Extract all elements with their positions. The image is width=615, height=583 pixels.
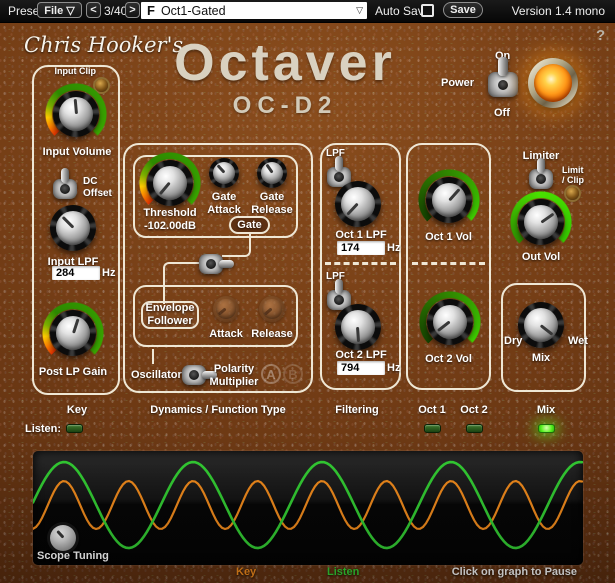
dc-offset-label: DC Offset (83, 176, 112, 199)
footer-dynamics-label: Dynamics / Function Type (128, 404, 308, 417)
oct2-lpf-label: Oct 2 LPF (318, 349, 404, 362)
save-button[interactable]: Save (443, 2, 483, 18)
volumes-divider (412, 262, 485, 265)
gate-attack-label: Gate Attack (199, 191, 249, 216)
power-off-label: Off (494, 107, 510, 120)
preset-flag: F (147, 3, 155, 18)
scope-key-legend: Key (236, 566, 256, 578)
gate-release-knob[interactable] (257, 158, 287, 188)
plugin-model: OC-D2 (138, 92, 432, 120)
oscillator-label: Oscillator (131, 369, 182, 382)
mix-listen-led (538, 424, 555, 433)
oct1-lpf-knob[interactable] (335, 181, 381, 227)
auto-save-checkbox[interactable] (421, 4, 434, 17)
input-volume-label: Input Volume (32, 146, 122, 159)
oct1-lpf-label: Oct 1 LPF (318, 229, 404, 242)
plugin-title: Octaver (138, 33, 432, 93)
dropdown-arrow-icon[interactable]: ▽ (356, 5, 363, 16)
oscillator-switch[interactable] (182, 365, 206, 385)
footer-mix-label: Mix (521, 404, 571, 417)
preset-toolbar: Presets File ▽ < 3/40 > F Oct1-Gated ▽ A… (0, 0, 615, 23)
limit-clip-label: Limit / Clip (562, 165, 584, 186)
key-listen-led (66, 424, 83, 433)
out-vol-knob[interactable] (518, 199, 564, 245)
preset-name: Oct1-Gated (161, 4, 226, 18)
oct1-listen-led (424, 424, 441, 433)
oct1-lpf-unit: Hz (387, 242, 400, 255)
oct1-lpf-value[interactable]: 174 (337, 241, 385, 255)
oct1-vol-knob[interactable] (426, 177, 472, 223)
wet-label: Wet (568, 335, 588, 348)
oct2-lpf-value[interactable]: 794 (337, 361, 385, 375)
oct2-vol-knob[interactable] (427, 299, 473, 345)
input-volume-knob[interactable] (53, 91, 99, 137)
preset-counter: 3/40 (104, 4, 127, 18)
oct2-vol-label: Oct 2 Vol (406, 353, 491, 366)
input-lpf-knob[interactable] (50, 205, 96, 251)
file-menu-button[interactable]: File ▽ (37, 2, 82, 18)
limiter-switch[interactable] (529, 169, 553, 189)
preset-name-combo[interactable]: F Oct1-Gated ▽ (141, 2, 367, 19)
footer-key-label: Key (47, 404, 107, 417)
version-label: Version 1.4 mono (512, 4, 605, 18)
mix-knob[interactable] (518, 302, 564, 348)
oscilloscope[interactable]: Scope Tuning (33, 451, 583, 565)
input-clip-label: Input Clip (40, 66, 96, 76)
polarity-b-badge: B (283, 364, 303, 384)
footer-oct2-label: Oct 2 (449, 404, 499, 417)
threshold-value: -102.00dB (120, 220, 220, 233)
gate-wire (222, 234, 251, 257)
envelope-follower-button[interactable]: Envelope Follower (141, 301, 199, 329)
gate-release-label: Gate Release (247, 191, 297, 216)
threshold-knob[interactable] (147, 160, 193, 206)
oscillator-wire (152, 349, 154, 364)
env-attack-label: Attack (201, 328, 251, 341)
polarity-multiplier-label: Polarity Multiplier (208, 363, 260, 388)
scope-tuning-knob[interactable] (50, 525, 76, 551)
footer-filtering-label: Filtering (327, 404, 387, 417)
limit-clip-led (566, 187, 579, 200)
scope-pause-hint: Click on graph to Pause (427, 566, 577, 578)
polarity-a-badge: A (261, 364, 281, 384)
oct2-lpf-unit: Hz (387, 362, 400, 375)
oct2-listen-led (466, 424, 483, 433)
listen-label: Listen: (25, 423, 61, 436)
scope-waves (33, 451, 583, 565)
plugin-window: Presets File ▽ < 3/40 > F Oct1-Gated ▽ A… (0, 0, 615, 583)
help-icon[interactable]: ? (596, 27, 605, 44)
gate-button[interactable]: Gate (229, 216, 270, 234)
next-preset-button[interactable]: > (125, 2, 140, 18)
dry-label: Dry (504, 335, 522, 348)
env-release-label: Release (247, 328, 297, 341)
power-label: Power (441, 77, 474, 90)
gate-attack-knob[interactable] (209, 158, 239, 188)
power-switch[interactable] (488, 72, 518, 97)
out-vol-label: Out Vol (511, 251, 571, 264)
input-lpf-unit: Hz (102, 267, 115, 280)
input-lpf-value[interactable]: 284 (52, 266, 100, 280)
oct2-lpf-knob[interactable] (335, 304, 381, 350)
filtering-divider (325, 262, 396, 265)
post-lp-gain-knob[interactable] (50, 310, 96, 356)
env-release-knob[interactable] (259, 296, 285, 322)
oct1-vol-label: Oct 1 Vol (406, 231, 491, 244)
env-attack-knob[interactable] (213, 296, 239, 322)
scope-listen-legend: Listen (327, 566, 359, 578)
dynamics-mode-switch[interactable] (199, 254, 223, 274)
scope-tuning-label: Scope Tuning (37, 550, 109, 563)
mix-label: Mix (511, 352, 571, 365)
power-lamp (534, 64, 572, 102)
prev-preset-button[interactable]: < (86, 2, 101, 18)
power-lamp-ring (528, 58, 578, 108)
post-lp-gain-label: Post LP Gain (28, 366, 118, 379)
